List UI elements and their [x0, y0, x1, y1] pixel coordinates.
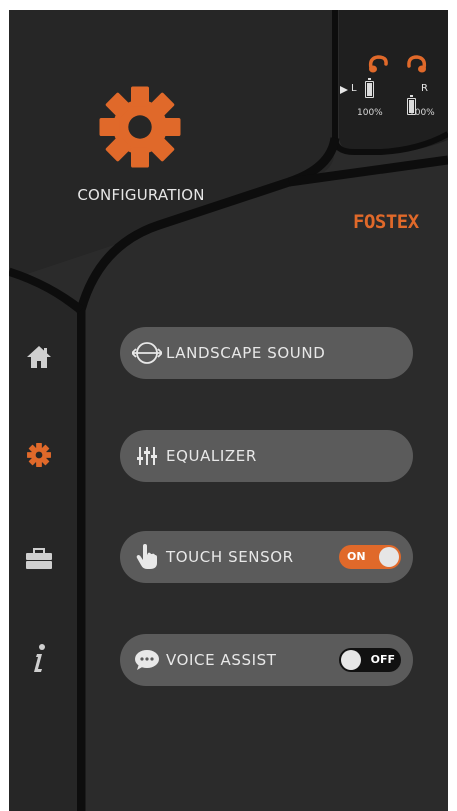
- right-earbud-icon: [407, 55, 427, 73]
- sidebar-item-toolbox[interactable]: [17, 539, 61, 579]
- speech-bubble-icon: [132, 645, 162, 675]
- brand-logo: FOSTEX: [353, 211, 419, 233]
- sidebar-item-info[interactable]: [17, 638, 61, 678]
- gear-icon: [95, 82, 185, 172]
- touch-sensor-label: TOUCH SENSOR: [166, 548, 294, 566]
- info-icon: [34, 644, 45, 672]
- left-earbud-icon: [368, 55, 388, 73]
- equalizer-label: EQUALIZER: [166, 447, 257, 465]
- page-title: CONFIGURATION: [77, 186, 205, 204]
- left-battery-percent: 100%: [357, 108, 383, 118]
- active-side-arrow-icon: [340, 86, 348, 94]
- sidebar-item-settings[interactable]: [17, 435, 61, 475]
- equalizer-button[interactable]: EQUALIZER: [120, 430, 413, 482]
- touch-sensor-toggle-state: ON: [347, 550, 366, 563]
- voice-assist-label: VOICE ASSIST: [166, 651, 277, 669]
- left-battery-icon: [365, 78, 374, 98]
- landscape-sound-button[interactable]: LANDSCAPE SOUND: [120, 327, 413, 379]
- touch-hand-icon: [132, 542, 162, 572]
- toolbox-icon: [26, 548, 52, 569]
- right-battery-percent: 100%: [409, 108, 435, 118]
- landscape-sound-label: LANDSCAPE SOUND: [166, 344, 326, 362]
- voice-assist-toggle[interactable]: OFF: [339, 648, 401, 672]
- voice-assist-toggle-state: OFF: [370, 653, 395, 666]
- toggle-knob: [379, 547, 399, 567]
- voice-assist-button[interactable]: VOICE ASSIST OFF: [120, 634, 413, 686]
- sidebar-item-home[interactable]: [17, 337, 61, 377]
- landscape-sound-icon: [132, 338, 162, 368]
- battery-status: L R 100% 100%: [337, 54, 445, 134]
- equalizer-icon: [132, 441, 162, 471]
- home-icon: [27, 346, 51, 368]
- toggle-knob: [341, 650, 361, 670]
- touch-sensor-toggle[interactable]: ON: [339, 545, 401, 569]
- right-label: R: [421, 83, 428, 94]
- app-screen: CONFIGURATION FOSTEX L R 100% 100% LANDS…: [9, 10, 448, 811]
- gear-icon: [27, 443, 51, 467]
- touch-sensor-button[interactable]: TOUCH SENSOR ON: [120, 531, 413, 583]
- left-label: L: [351, 83, 357, 94]
